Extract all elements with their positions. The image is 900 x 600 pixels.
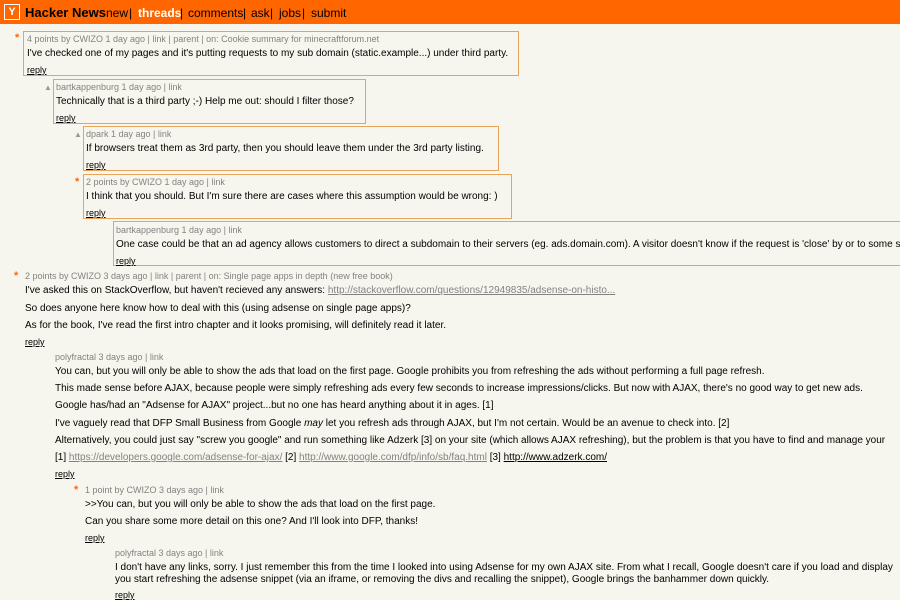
comment-text: If browsers treat them as 3rd party, the… <box>86 143 484 154</box>
comment-text: I've checked one of my pages and it's pu… <box>27 48 509 59</box>
top-nav-bar: Y Hacker News new | threads | comments |… <box>0 0 900 24</box>
adzerk-link[interactable]: http://www.adzerk.com/ <box>504 452 607 463</box>
upvote-arrow-icon[interactable]: ▲ <box>44 83 52 92</box>
dfp-faq-link[interactable]: http://www.google.com/dfp/info/sb/faq.ht… <box>299 452 487 463</box>
comment-text: Google has/had an "Adsense for AJAX" pro… <box>55 400 494 411</box>
new-comment-marker: * <box>15 32 20 44</box>
comment-text: Can you share some more detail on this o… <box>85 516 419 527</box>
nav-separator: | <box>129 6 133 20</box>
nav-jobs[interactable]: jobs <box>279 6 301 20</box>
reply-link[interactable]: reply <box>55 469 75 479</box>
nav-separator: | <box>302 6 306 20</box>
comment-meta: 4 points by CWIZO 1 day ago | link | par… <box>27 34 380 44</box>
comment-text: Technically that is a third party ;-) He… <box>56 96 354 107</box>
comment-text: You can, but you will only be able to sh… <box>55 366 765 377</box>
comment-meta: 2 points by CWIZO 1 day ago | link <box>86 177 225 187</box>
comment-meta: bartkappenburg 1 day ago | link <box>56 82 182 92</box>
reply-link[interactable]: reply <box>25 337 45 347</box>
nav-separator: | <box>270 6 274 20</box>
nav-submit[interactable]: submit <box>311 6 346 20</box>
comment-meta: polyfractal 3 days ago | link <box>55 352 164 362</box>
comment-text: I think that you should. But I'm sure th… <box>86 191 498 202</box>
reply-link[interactable]: reply <box>116 256 136 266</box>
comment-text: I don't have any links, sorry. I just re… <box>115 562 893 573</box>
reply-link[interactable]: reply <box>86 160 106 170</box>
upvote-arrow-icon[interactable]: ▲ <box>74 130 82 139</box>
comment-meta: polyfractal 3 days ago | link <box>115 548 224 558</box>
comment-text: I've vaguely read that DFP Small Busines… <box>55 418 730 429</box>
comment-text: you start refreshing the adsense snippet… <box>115 574 770 585</box>
reply-link[interactable]: reply <box>115 590 135 600</box>
nav-separator: | <box>180 6 184 20</box>
new-comment-marker: * <box>74 484 79 496</box>
nav-ask[interactable]: ask <box>251 6 270 20</box>
comment-meta: dpark 1 day ago | link <box>86 129 172 139</box>
comment-text: Alternatively, you could just say "screw… <box>55 435 886 446</box>
reply-link[interactable]: reply <box>56 113 76 123</box>
new-comment-marker: * <box>14 270 19 282</box>
nav-comments[interactable]: comments <box>188 6 243 20</box>
comment-meta: 2 points by CWIZO 3 days ago | link | pa… <box>25 271 393 281</box>
nav-threads[interactable]: threads <box>138 6 181 20</box>
comment-text: One case could be that an ad agency allo… <box>116 239 900 250</box>
reply-link[interactable]: reply <box>27 65 47 75</box>
comment-text: I've asked this on StackOverflow, but ha… <box>25 285 616 296</box>
comment-text: This made sense before AJAX, because peo… <box>55 383 863 394</box>
nav-separator: | <box>243 6 247 20</box>
comment-text: >>You can, but you will only be able to … <box>85 499 436 510</box>
reply-link[interactable]: reply <box>86 208 106 218</box>
new-comment-marker: * <box>75 176 80 188</box>
comment-meta: bartkappenburg 1 day ago | link <box>116 225 242 235</box>
comment-text: So does anyone here know how to deal wit… <box>25 303 411 314</box>
comment-text: As for the book, I've read the first int… <box>25 320 447 331</box>
nav-new[interactable]: new <box>106 6 128 20</box>
comment-meta: 1 point by CWIZO 3 days ago | link <box>85 485 224 495</box>
site-title[interactable]: Hacker News <box>25 5 106 20</box>
adsense-ajax-link[interactable]: https://developers.google.com/adsense-fo… <box>69 452 282 463</box>
y-logo-icon[interactable]: Y <box>4 4 20 20</box>
stackoverflow-link[interactable]: http://stackoverflow.com/questions/12949… <box>328 285 615 296</box>
reply-link[interactable]: reply <box>85 533 105 543</box>
comment-references: [1] https://developers.google.com/adsens… <box>55 452 607 463</box>
